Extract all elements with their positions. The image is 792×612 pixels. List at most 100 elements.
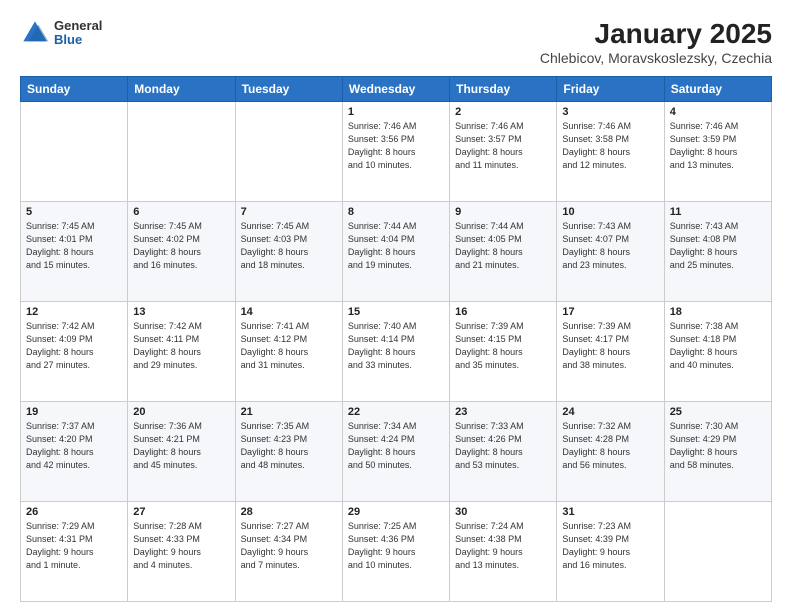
day-info: Sunrise: 7:23 AM Sunset: 4:39 PM Dayligh… — [562, 520, 658, 572]
calendar-cell: 25 Sunrise: 7:30 AM Sunset: 4:29 PM Dayli… — [664, 402, 771, 502]
day-info: Sunrise: 7:32 AM Sunset: 4:28 PM Dayligh… — [562, 420, 658, 472]
calendar-cell: 24Sunrise: 7:32 AM Sunset: 4:28 PM Dayli… — [557, 402, 664, 502]
day-number: 6 — [133, 206, 229, 218]
day-number: 14 — [241, 306, 337, 318]
day-number: 3 — [562, 106, 658, 118]
day-number: 25 — [670, 406, 766, 418]
day-number: 13 — [133, 306, 229, 318]
calendar-cell: 7 Sunrise: 7:45 AM Sunset: 4:03 PM Daylig… — [235, 202, 342, 302]
day-info: Sunrise: 7:45 AM Sunset: 4:02 PM Dayligh… — [133, 220, 229, 272]
day-info: Sunrise: 7:39 AM Sunset: 4:15 PM Dayligh… — [455, 320, 551, 372]
day-info: Sunrise: 7:46 AM Sunset: 3:56 PM Dayligh… — [348, 120, 444, 172]
day-info: Sunrise: 7:33 AM Sunset: 4:26 PM Dayligh… — [455, 420, 551, 472]
day-info: Sunrise: 7:42 AM Sunset: 4:11 PM Dayligh… — [133, 320, 229, 372]
day-info: Sunrise: 7:34 AM Sunset: 4:24 PM Dayligh… — [348, 420, 444, 472]
weekday-header-thursday: Thursday — [450, 77, 557, 102]
day-info: Sunrise: 7:45 AM Sunset: 4:03 PM Dayligh… — [241, 220, 337, 272]
calendar-cell — [21, 102, 128, 202]
calendar-cell: 8Sunrise: 7:44 AM Sunset: 4:04 PM Daylig… — [342, 202, 449, 302]
day-info: Sunrise: 7:42 AM Sunset: 4:09 PM Dayligh… — [26, 320, 122, 372]
calendar-cell: 29 Sunrise: 7:25 AM Sunset: 4:36 PM Dayli… — [342, 502, 449, 602]
day-info: Sunrise: 7:40 AM Sunset: 4:14 PM Dayligh… — [348, 320, 444, 372]
calendar-week-2: 12 Sunrise: 7:42 AM Sunset: 4:09 PM Dayli… — [21, 302, 772, 402]
calendar-cell: 12 Sunrise: 7:42 AM Sunset: 4:09 PM Dayli… — [21, 302, 128, 402]
logo-blue-text: Blue — [54, 33, 102, 47]
day-info: Sunrise: 7:46 AM Sunset: 3:57 PM Dayligh… — [455, 120, 551, 172]
day-number: 19 — [26, 406, 122, 418]
weekday-header-tuesday: Tuesday — [235, 77, 342, 102]
calendar-cell: 10 Sunrise: 7:43 AM Sunset: 4:07 PM Dayli… — [557, 202, 664, 302]
day-info: Sunrise: 7:30 AM Sunset: 4:29 PM Dayligh… — [670, 420, 766, 472]
calendar-week-4: 26 Sunrise: 7:29 AM Sunset: 4:31 PM Dayli… — [21, 502, 772, 602]
weekday-header-saturday: Saturday — [664, 77, 771, 102]
day-info: Sunrise: 7:46 AM Sunset: 3:59 PM Dayligh… — [670, 120, 766, 172]
day-number: 26 — [26, 506, 122, 518]
day-number: 15 — [348, 306, 444, 318]
calendar-cell: 21Sunrise: 7:35 AM Sunset: 4:23 PM Dayli… — [235, 402, 342, 502]
calendar-cell: 3Sunrise: 7:46 AM Sunset: 3:58 PM Daylig… — [557, 102, 664, 202]
calendar-cell: 19 Sunrise: 7:37 AM Sunset: 4:20 PM Dayli… — [21, 402, 128, 502]
day-number: 4 — [670, 106, 766, 118]
calendar-week-0: 1 Sunrise: 7:46 AM Sunset: 3:56 PM Daylig… — [21, 102, 772, 202]
day-info: Sunrise: 7:25 AM Sunset: 4:36 PM Dayligh… — [348, 520, 444, 572]
calendar-cell: 22 Sunrise: 7:34 AM Sunset: 4:24 PM Dayli… — [342, 402, 449, 502]
day-info: Sunrise: 7:37 AM Sunset: 4:20 PM Dayligh… — [26, 420, 122, 472]
calendar-cell: 2 Sunrise: 7:46 AM Sunset: 3:57 PM Daylig… — [450, 102, 557, 202]
day-number: 12 — [26, 306, 122, 318]
calendar-cell: 4 Sunrise: 7:46 AM Sunset: 3:59 PM Daylig… — [664, 102, 771, 202]
day-info: Sunrise: 7:24 AM Sunset: 4:38 PM Dayligh… — [455, 520, 551, 572]
day-number: 8 — [348, 206, 444, 218]
day-number: 9 — [455, 206, 551, 218]
calendar-cell — [664, 502, 771, 602]
day-number: 30 — [455, 506, 551, 518]
day-number: 29 — [348, 506, 444, 518]
day-number: 1 — [348, 106, 444, 118]
weekday-header-sunday: Sunday — [21, 77, 128, 102]
day-number: 20 — [133, 406, 229, 418]
day-number: 31 — [562, 506, 658, 518]
title-block: January 2025 Chlebicov, Moravskoslezsky,… — [540, 18, 772, 66]
calendar-table: SundayMondayTuesdayWednesdayThursdayFrid… — [20, 76, 772, 602]
day-number: 23 — [455, 406, 551, 418]
calendar-cell: 28Sunrise: 7:27 AM Sunset: 4:34 PM Dayli… — [235, 502, 342, 602]
logo-text: General Blue — [54, 19, 102, 48]
logo: General Blue — [20, 18, 102, 48]
day-info: Sunrise: 7:36 AM Sunset: 4:21 PM Dayligh… — [133, 420, 229, 472]
calendar-cell — [128, 102, 235, 202]
calendar-cell: 9 Sunrise: 7:44 AM Sunset: 4:05 PM Daylig… — [450, 202, 557, 302]
calendar-week-1: 5Sunrise: 7:45 AM Sunset: 4:01 PM Daylig… — [21, 202, 772, 302]
calendar-cell: 1 Sunrise: 7:46 AM Sunset: 3:56 PM Daylig… — [342, 102, 449, 202]
logo-general-text: General — [54, 19, 102, 33]
calendar-cell: 18Sunrise: 7:38 AM Sunset: 4:18 PM Dayli… — [664, 302, 771, 402]
day-number: 11 — [670, 206, 766, 218]
calendar-cell — [235, 102, 342, 202]
calendar-cell: 26 Sunrise: 7:29 AM Sunset: 4:31 PM Dayli… — [21, 502, 128, 602]
calendar-cell: 13 Sunrise: 7:42 AM Sunset: 4:11 PM Dayli… — [128, 302, 235, 402]
day-number: 21 — [241, 406, 337, 418]
calendar-cell: 14 Sunrise: 7:41 AM Sunset: 4:12 PM Dayli… — [235, 302, 342, 402]
day-number: 27 — [133, 506, 229, 518]
day-info: Sunrise: 7:44 AM Sunset: 4:05 PM Dayligh… — [455, 220, 551, 272]
calendar-cell: 23 Sunrise: 7:33 AM Sunset: 4:26 PM Dayli… — [450, 402, 557, 502]
calendar-week-3: 19 Sunrise: 7:37 AM Sunset: 4:20 PM Dayli… — [21, 402, 772, 502]
header: General Blue January 2025 Chlebicov, Mor… — [20, 18, 772, 66]
day-info: Sunrise: 7:39 AM Sunset: 4:17 PM Dayligh… — [562, 320, 658, 372]
weekday-header-friday: Friday — [557, 77, 664, 102]
page: General Blue January 2025 Chlebicov, Mor… — [0, 0, 792, 612]
day-number: 17 — [562, 306, 658, 318]
day-info: Sunrise: 7:41 AM Sunset: 4:12 PM Dayligh… — [241, 320, 337, 372]
calendar-title: January 2025 — [540, 18, 772, 50]
day-number: 22 — [348, 406, 444, 418]
calendar-cell: 6 Sunrise: 7:45 AM Sunset: 4:02 PM Daylig… — [128, 202, 235, 302]
day-number: 10 — [562, 206, 658, 218]
calendar-cell: 27Sunrise: 7:28 AM Sunset: 4:33 PM Dayli… — [128, 502, 235, 602]
day-info: Sunrise: 7:27 AM Sunset: 4:34 PM Dayligh… — [241, 520, 337, 572]
day-info: Sunrise: 7:43 AM Sunset: 4:07 PM Dayligh… — [562, 220, 658, 272]
day-number: 2 — [455, 106, 551, 118]
calendar-cell: 16Sunrise: 7:39 AM Sunset: 4:15 PM Dayli… — [450, 302, 557, 402]
day-number: 7 — [241, 206, 337, 218]
day-info: Sunrise: 7:45 AM Sunset: 4:01 PM Dayligh… — [26, 220, 122, 272]
day-info: Sunrise: 7:29 AM Sunset: 4:31 PM Dayligh… — [26, 520, 122, 572]
calendar-cell: 30 Sunrise: 7:24 AM Sunset: 4:38 PM Dayli… — [450, 502, 557, 602]
weekday-header-wednesday: Wednesday — [342, 77, 449, 102]
